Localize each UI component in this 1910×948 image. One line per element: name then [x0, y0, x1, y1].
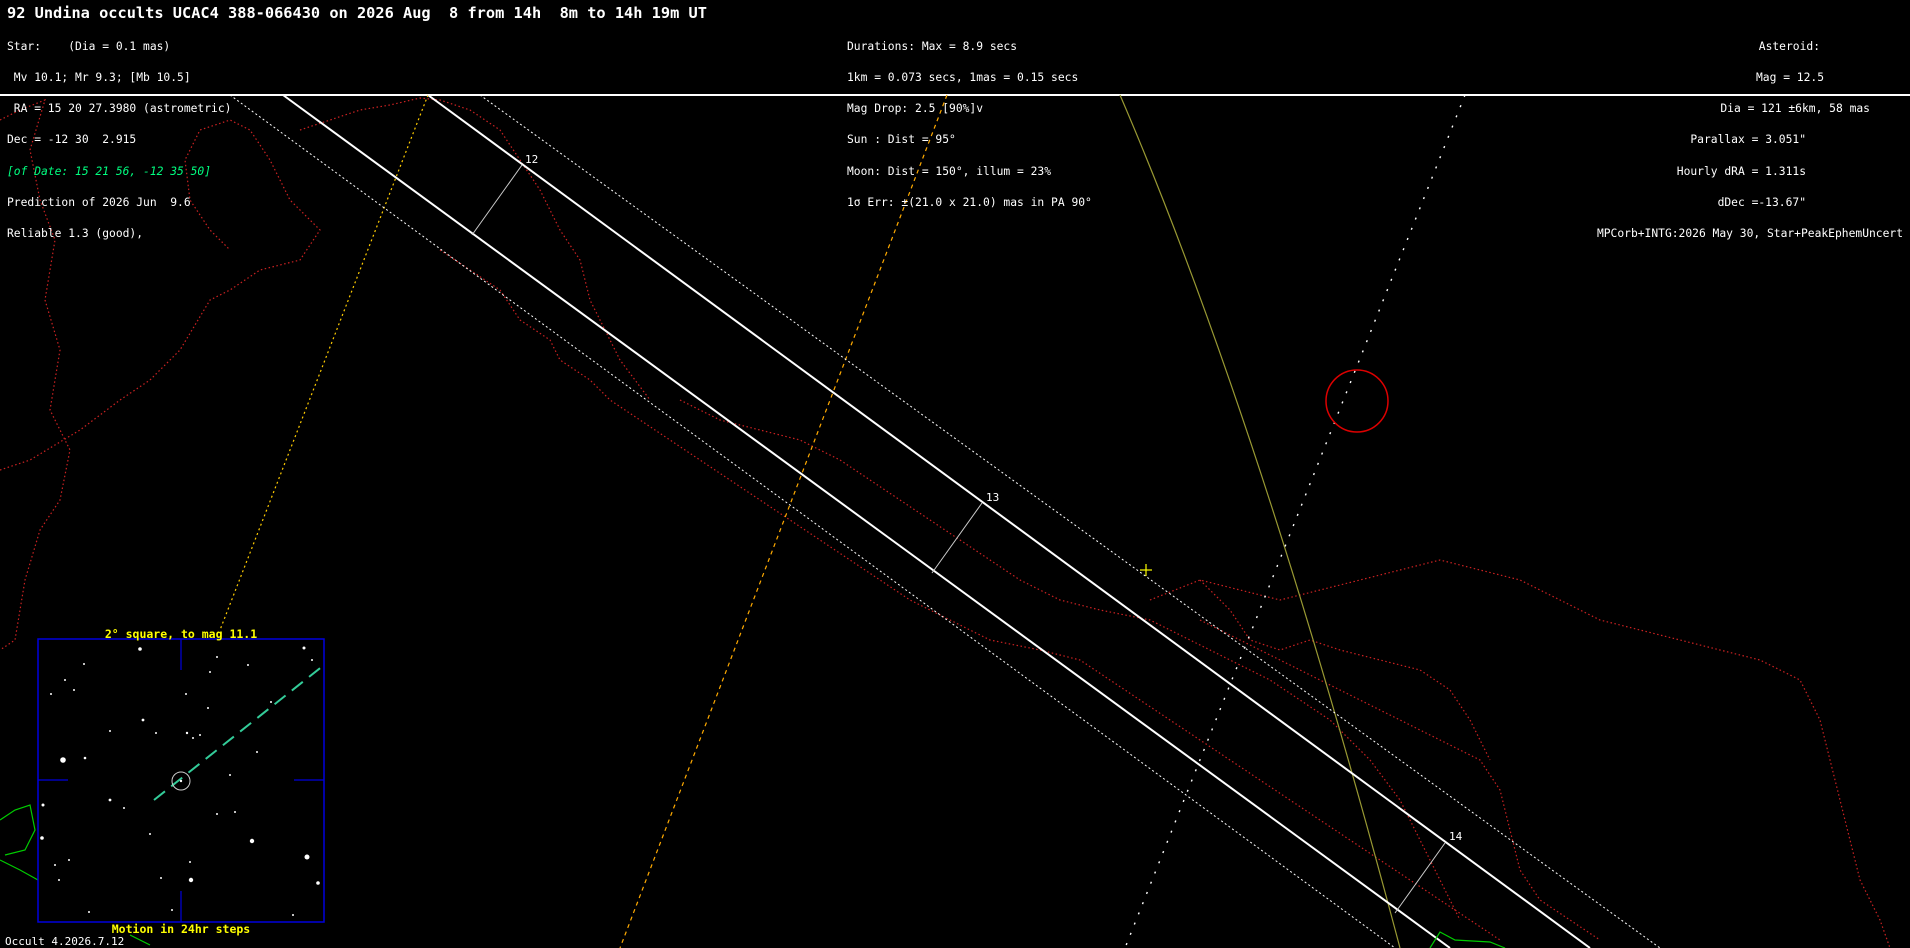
coastline-southwest: [0, 804, 39, 881]
event-info-line: 1km = 0.073 secs, 1mas = 0.15 secs: [847, 71, 1079, 85]
event-info-line: Mag Drop: 2.5 [90%]v: [847, 102, 984, 116]
time-label-12: 12: [525, 153, 538, 166]
star-chart-title: 2° square, to mag 11.1: [104, 627, 258, 641]
sun-terminator-left: [219, 94, 429, 631]
coastline-bottom: [1429, 931, 1506, 948]
event-info-line: Sun : Dist = 95°: [847, 133, 956, 147]
center-line: [1124, 94, 1466, 948]
star-chart-caption: Motion in 24hr steps: [111, 922, 251, 936]
border-north-central: [299, 97, 651, 401]
asteroid-info-line: Hourly dRA = 1.311s: [1676, 164, 1806, 178]
asteroid-info-line: Mag = 12.5: [1755, 71, 1824, 85]
time-label-13: 13: [986, 491, 999, 504]
twilight-curve: [1119, 94, 1401, 948]
time-label-14: 14: [1449, 830, 1463, 843]
error-circle: [1325, 369, 1389, 433]
star-info-line: Star: (Dia = 0.1 mas): [7, 39, 171, 53]
star-info-line: RA = 15 20 27.3980 (astrometric): [7, 102, 232, 116]
asteroid-info-line: Dia = 121 ±6km, 58 mas: [1720, 102, 1870, 116]
star-info-line: Reliable 1.3 (good),: [7, 227, 144, 241]
border-central-upper: [679, 399, 1461, 921]
asteroid-info: Asteroid: Mag = 12.5 Dia = 121 ±6km, 58 …: [1597, 21, 1903, 260]
star-chart-inset: [37, 638, 325, 923]
cross-marker: [1140, 564, 1152, 576]
asteroid-info-line: Asteroid:: [1758, 39, 1820, 53]
star-info-line: Dec = -12 30 2.915: [7, 133, 137, 147]
star-info-line: Mv 10.1; Mr 9.3; [Mb 10.5]: [7, 71, 191, 85]
event-info-line: Durations: Max = 8.9 secs: [847, 39, 1018, 53]
border-central-belt: [439, 249, 1501, 941]
border-east-inner: [1199, 579, 1491, 761]
time-tick-13: [931, 502, 983, 574]
asteroid-info-line: dDec =-13.67": [1717, 195, 1806, 209]
time-tick-12: [471, 164, 523, 236]
event-info-line: Moon: Dist = 150°, illum = 23%: [847, 164, 1052, 178]
occultation-map: 12 13 14 92 Undina occults UCAC4 388-066…: [0, 0, 1910, 948]
star-info-line: Prediction of 2026 Jun 9.6: [7, 195, 191, 209]
border-east: [1149, 559, 1891, 948]
page-title: 92 Undina occults UCAC4 388-066430 on 20…: [7, 4, 707, 22]
time-tick-14: [1394, 842, 1446, 914]
star-info-of-date: [of Date: 15 21 56, -12 35 50]: [7, 164, 212, 178]
asteroid-info-line: MPCorb+INTG:2026 May 30, Star+PeakEphemU…: [1596, 227, 1903, 241]
error-limit-south: [229, 94, 1396, 948]
version-footer: Occult 4.2026.7.12: [5, 935, 125, 948]
event-info-line: 1σ Err: ±(21.0 x 21.0) mas in PA 90°: [847, 195, 1092, 209]
asteroid-info-line: Parallax = 3.051": [1690, 133, 1806, 147]
event-info: Durations: Max = 8.9 secs 1km = 0.073 se…: [847, 21, 1092, 229]
star-info: Star: (Dia = 0.1 mas) Mv 10.1; Mr 9.3; […: [7, 21, 231, 260]
coastline-bottom-left: [129, 934, 151, 946]
